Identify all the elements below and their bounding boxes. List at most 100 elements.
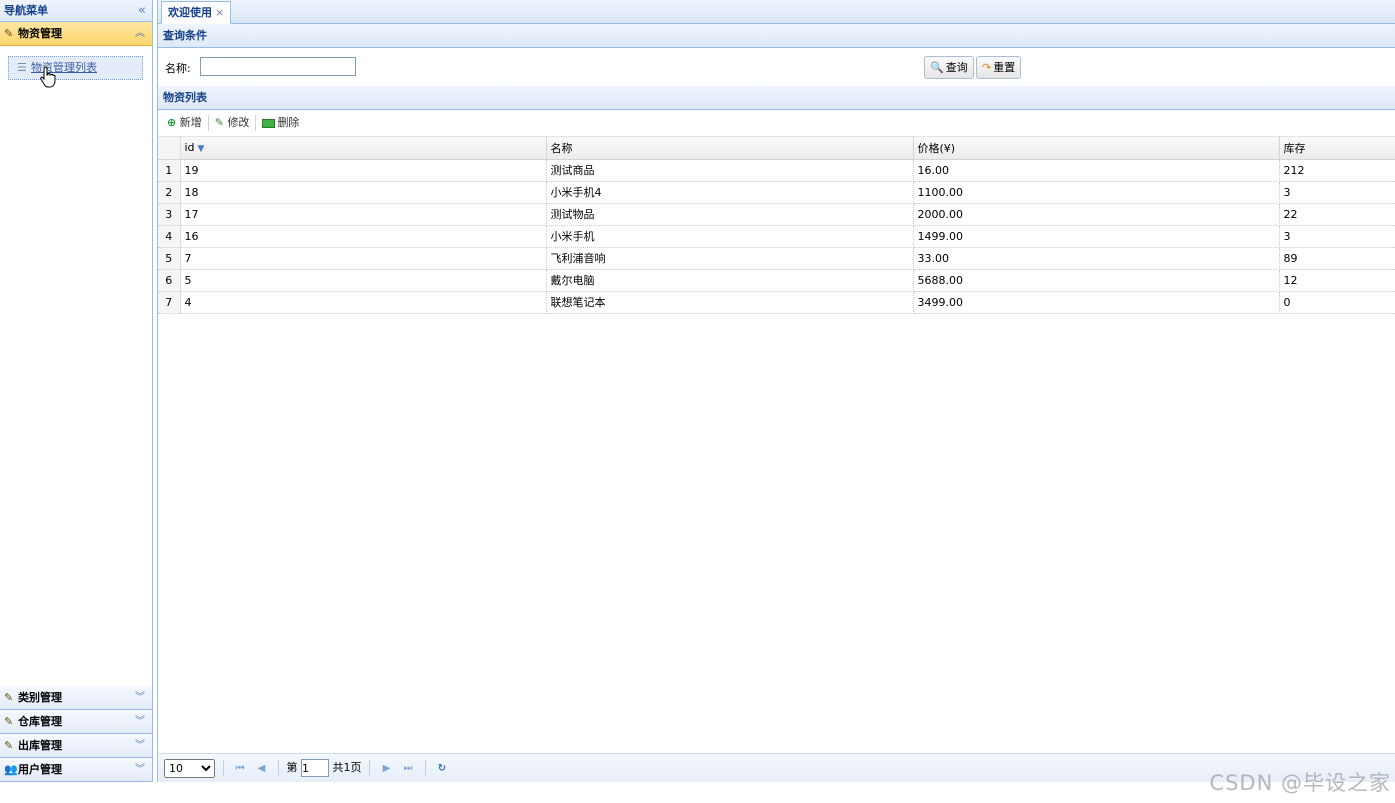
accordion-section-title: 用户管理 — [18, 763, 62, 776]
cell-stock: 12 — [1279, 269, 1395, 292]
column-header-stock[interactable]: 库存 — [1279, 137, 1395, 160]
table-header-row: id ▼ 名称 价格(¥) 库存 — [158, 137, 1395, 160]
toolbar-divider — [207, 115, 209, 131]
tab-label: 欢迎使用 — [168, 6, 212, 19]
cell-id: 18 — [180, 181, 547, 204]
cell-name: 飞利浦音响 — [546, 247, 914, 270]
redo-icon: ↷ — [982, 61, 992, 74]
wrench-icon: ✎ — [4, 27, 14, 40]
supplies-table: id ▼ 名称 价格(¥) 库存 1 19 测试商品 16.00 212 2 18… — [158, 137, 1395, 314]
navigation-title: 导航菜单 — [4, 4, 48, 17]
cell-price: 3499.00 — [913, 291, 1280, 314]
add-button[interactable]: ⊕ 新增 — [164, 110, 205, 136]
tab-welcome[interactable]: 欢迎使用 × — [161, 1, 232, 24]
row-number: 5 — [158, 247, 181, 270]
last-page-icon[interactable]: ⏭ — [399, 755, 417, 783]
pager-divider — [278, 760, 279, 776]
cell-price: 33.00 — [913, 247, 1280, 270]
column-header-price[interactable]: 价格(¥) — [913, 137, 1280, 160]
row-number: 7 — [158, 291, 181, 314]
add-button-label: 新增 — [179, 116, 202, 129]
table-row[interactable]: 3 17 测试物品 2000.00 22 — [158, 203, 1395, 226]
wrench-icon: ✎ — [4, 691, 14, 704]
pager-divider — [222, 760, 224, 776]
search-icon: 🔍 — [930, 61, 944, 74]
wrench-icon: ✎ — [4, 739, 14, 752]
name-search-input[interactable] — [200, 57, 356, 76]
accordion-section-title: 类别管理 — [18, 691, 62, 704]
cell-id: 7 — [180, 247, 547, 270]
column-header-label: id — [184, 141, 195, 155]
accordion-section-title: 仓库管理 — [18, 715, 62, 728]
expand-down-icon[interactable]: ︾ — [135, 710, 145, 733]
first-page-icon[interactable]: ⏮ — [231, 755, 249, 783]
accordion-section-title: 出库管理 — [18, 739, 62, 752]
table-row[interactable]: 4 16 小米手机 1499.00 3 — [158, 225, 1395, 248]
expand-down-icon[interactable]: ︾ — [135, 686, 145, 709]
column-header-name[interactable]: 名称 — [546, 137, 914, 160]
cell-name: 小米手机 — [546, 225, 914, 248]
reset-button[interactable]: ↷ 重置 — [976, 56, 1022, 79]
prev-page-icon[interactable]: ◀ — [253, 755, 271, 783]
accordion-section-warehouses[interactable]: ✎ 仓库管理 ︾ — [0, 710, 152, 734]
sort-desc-icon: ▼ — [197, 144, 205, 155]
query-form: 名称: 🔍 查询 ↷ 重置 — [158, 48, 1395, 86]
table-row[interactable]: 1 19 测试商品 16.00 212 — [158, 159, 1395, 182]
cell-name: 测试物品 — [546, 203, 914, 226]
expand-down-icon[interactable]: ︾ — [135, 734, 145, 757]
list-icon: ☰ — [17, 61, 27, 74]
cell-stock: 0 — [1279, 291, 1395, 314]
expand-down-icon[interactable]: ︾ — [135, 758, 145, 781]
cell-price: 1499.00 — [913, 225, 1280, 248]
delete-button-label: 删除 — [277, 116, 300, 129]
navigation-panel: 导航菜单 « ✎ 物资管理 ︽ ☰ 物资管理列表 ✎ 类别管理 ︾ ✎ 仓库管理 ︾ ✎… — [0, 0, 153, 782]
edit-button[interactable]: ✎ 修改 — [212, 110, 253, 136]
cell-name: 联想笔记本 — [546, 291, 914, 314]
name-label: 名称: — [165, 62, 191, 75]
page-prefix-label: 第 — [286, 761, 298, 774]
delete-button[interactable]: 删除 — [259, 110, 302, 136]
wrench-icon: ✎ — [4, 715, 14, 728]
table-row[interactable]: 2 18 小米手机4 1100.00 3 — [158, 181, 1395, 204]
row-number-header — [158, 137, 181, 160]
accordion-section-categories[interactable]: ✎ 类别管理 ︾ — [0, 686, 152, 710]
table-row[interactable]: 6 5 戴尔电脑 5688.00 12 — [158, 269, 1395, 292]
cell-id: 19 — [180, 159, 547, 182]
accordion-section-outbound[interactable]: ✎ 出库管理 ︾ — [0, 734, 152, 758]
close-icon[interactable]: × — [215, 6, 224, 19]
column-header-id[interactable]: id ▼ — [180, 137, 547, 160]
cell-id: 16 — [180, 225, 547, 248]
refresh-icon[interactable]: ↻ — [433, 755, 451, 783]
current-page-input[interactable] — [301, 759, 329, 777]
edit-button-label: 修改 — [227, 116, 250, 129]
table-row[interactable]: 5 7 飞利浦音响 33.00 89 — [158, 247, 1395, 270]
table-row[interactable]: 7 4 联想笔记本 3499.00 0 — [158, 291, 1395, 314]
accordion-section-users[interactable]: 👥用户管理 ︾ — [0, 758, 152, 782]
page-size-select[interactable]: 10 — [164, 758, 215, 778]
row-number: 6 — [158, 269, 181, 292]
accordion-section-supplies[interactable]: ✎ 物资管理 ︽ — [0, 22, 152, 46]
query-panel-title: 查询条件 — [158, 24, 1395, 48]
reset-button-label: 重置 — [993, 61, 1016, 74]
list-toolbar: ⊕ 新增 ✎ 修改 删除 — [158, 110, 1395, 137]
cell-price: 16.00 — [913, 159, 1280, 182]
toolbar-divider — [255, 115, 257, 131]
cell-id: 4 — [180, 291, 547, 314]
row-number: 1 — [158, 159, 181, 182]
cell-price: 5688.00 — [913, 269, 1280, 292]
pager-divider — [424, 760, 426, 776]
cell-price: 2000.00 — [913, 203, 1280, 226]
list-panel-title: 物资列表 — [158, 86, 1395, 110]
tab-bar: 欢迎使用 × — [158, 0, 1395, 24]
cell-id: 5 — [180, 269, 547, 292]
collapse-left-icon[interactable]: « — [138, 0, 146, 21]
collapse-up-icon[interactable]: ︽ — [135, 22, 145, 45]
users-icon: 👥 — [4, 763, 18, 776]
search-button[interactable]: 🔍 查询 — [924, 56, 974, 79]
pencil-icon: ✎ — [214, 116, 224, 129]
search-button-label: 查询 — [945, 61, 968, 74]
next-page-icon[interactable]: ▶ — [378, 755, 396, 783]
nav-item-supplies-list[interactable]: ☰ 物资管理列表 — [8, 56, 143, 80]
page-total-label: 共1页 — [332, 761, 362, 774]
main-panel: 欢迎使用 × 查询条件 名称: 🔍 查询 ↷ 重置 物资列表 ⊕ 新增 ✎ 修改 删除… — [157, 0, 1395, 782]
